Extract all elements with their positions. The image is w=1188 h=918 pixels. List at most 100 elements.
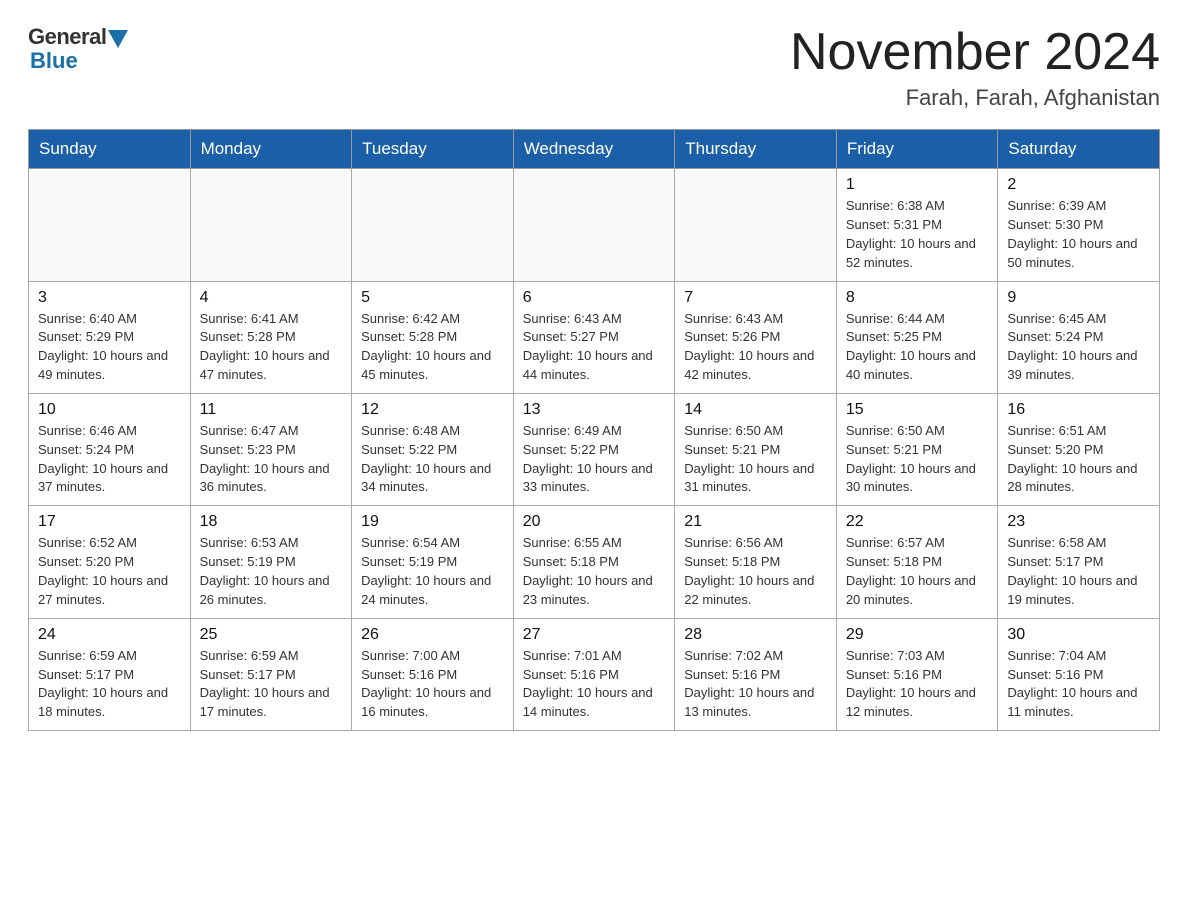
calendar-cell: 12 Sunrise: 6:48 AMSunset: 5:22 PMDayligh…	[352, 393, 514, 505]
day-number: 17	[38, 513, 181, 531]
calendar-cell: 21 Sunrise: 6:56 AMSunset: 5:18 PMDayligh…	[675, 506, 837, 618]
day-info: Sunrise: 6:41 AMSunset: 5:28 PMDaylight:…	[200, 310, 343, 385]
calendar-cell: 3 Sunrise: 6:40 AMSunset: 5:29 PMDaylight…	[29, 281, 191, 393]
day-number: 27	[523, 626, 666, 644]
calendar-cell: 11Sunrise: 6:47 AMSunset: 5:23 PMDayligh…	[190, 393, 352, 505]
calendar-cell	[513, 169, 675, 281]
calendar-week-row: 1Sunrise: 6:38 AMSunset: 5:31 PMDaylight…	[29, 169, 1160, 281]
calendar-header-friday: Friday	[836, 130, 998, 169]
day-number: 18	[200, 513, 343, 531]
calendar-cell: 1Sunrise: 6:38 AMSunset: 5:31 PMDaylight…	[836, 169, 998, 281]
day-number: 5	[361, 289, 504, 307]
calendar-cell: 14 Sunrise: 6:50 AMSunset: 5:21 PMDayligh…	[675, 393, 837, 505]
day-number: 26	[361, 626, 504, 644]
day-number: 7	[684, 289, 827, 307]
calendar-cell: 27 Sunrise: 7:01 AMSunset: 5:16 PMDayligh…	[513, 618, 675, 730]
day-number: 21	[684, 513, 827, 531]
day-number: 6	[523, 289, 666, 307]
day-info: Sunrise: 6:40 AMSunset: 5:29 PMDaylight:…	[38, 310, 181, 385]
calendar-cell: 23Sunrise: 6:58 AMSunset: 5:17 PMDayligh…	[998, 506, 1160, 618]
day-info: Sunrise: 6:50 AMSunset: 5:21 PMDaylight:…	[684, 422, 827, 497]
logo: General Blue	[28, 24, 128, 74]
title-block: November 2024 Farah, Farah, Afghanistan	[790, 24, 1160, 111]
calendar-cell	[29, 169, 191, 281]
day-number: 8	[846, 289, 989, 307]
day-number: 15	[846, 401, 989, 419]
day-info: Sunrise: 6:59 AMSunset: 5:17 PMDaylight:…	[38, 647, 181, 722]
day-number: 1	[846, 176, 989, 194]
day-number: 10	[38, 401, 181, 419]
day-info: Sunrise: 6:53 AMSunset: 5:19 PMDaylight:…	[200, 534, 343, 609]
day-info: Sunrise: 6:49 AMSunset: 5:22 PMDaylight:…	[523, 422, 666, 497]
calendar-cell	[675, 169, 837, 281]
calendar-header-sunday: Sunday	[29, 130, 191, 169]
day-number: 28	[684, 626, 827, 644]
calendar-cell: 9 Sunrise: 6:45 AMSunset: 5:24 PMDaylight…	[998, 281, 1160, 393]
calendar-header-row: SundayMondayTuesdayWednesdayThursdayFrid…	[29, 130, 1160, 169]
calendar-header-thursday: Thursday	[675, 130, 837, 169]
day-number: 29	[846, 626, 989, 644]
day-info: Sunrise: 6:55 AMSunset: 5:18 PMDaylight:…	[523, 534, 666, 609]
day-info: Sunrise: 6:44 AMSunset: 5:25 PMDaylight:…	[846, 310, 989, 385]
calendar-cell: 16Sunrise: 6:51 AMSunset: 5:20 PMDayligh…	[998, 393, 1160, 505]
calendar-cell: 22 Sunrise: 6:57 AMSunset: 5:18 PMDayligh…	[836, 506, 998, 618]
day-info: Sunrise: 6:46 AMSunset: 5:24 PMDaylight:…	[38, 422, 181, 497]
day-number: 30	[1007, 626, 1150, 644]
calendar-header-wednesday: Wednesday	[513, 130, 675, 169]
calendar-header-tuesday: Tuesday	[352, 130, 514, 169]
calendar-cell: 15Sunrise: 6:50 AMSunset: 5:21 PMDayligh…	[836, 393, 998, 505]
day-number: 3	[38, 289, 181, 307]
calendar-cell: 6 Sunrise: 6:43 AMSunset: 5:27 PMDaylight…	[513, 281, 675, 393]
location-title: Farah, Farah, Afghanistan	[790, 85, 1160, 111]
calendar-cell	[352, 169, 514, 281]
day-number: 11	[200, 401, 343, 419]
day-info: Sunrise: 7:00 AMSunset: 5:16 PMDaylight:…	[361, 647, 504, 722]
day-info: Sunrise: 7:04 AMSunset: 5:16 PMDaylight:…	[1007, 647, 1150, 722]
calendar-cell: 8 Sunrise: 6:44 AMSunset: 5:25 PMDaylight…	[836, 281, 998, 393]
day-info: Sunrise: 7:02 AMSunset: 5:16 PMDaylight:…	[684, 647, 827, 722]
calendar-cell: 28 Sunrise: 7:02 AMSunset: 5:16 PMDayligh…	[675, 618, 837, 730]
day-info: Sunrise: 6:43 AMSunset: 5:27 PMDaylight:…	[523, 310, 666, 385]
calendar-cell: 2 Sunrise: 6:39 AMSunset: 5:30 PMDaylight…	[998, 169, 1160, 281]
calendar-cell: 5Sunrise: 6:42 AMSunset: 5:28 PMDaylight…	[352, 281, 514, 393]
day-info: Sunrise: 6:56 AMSunset: 5:18 PMDaylight:…	[684, 534, 827, 609]
day-info: Sunrise: 6:57 AMSunset: 5:18 PMDaylight:…	[846, 534, 989, 609]
day-info: Sunrise: 6:54 AMSunset: 5:19 PMDaylight:…	[361, 534, 504, 609]
day-number: 16	[1007, 401, 1150, 419]
day-info: Sunrise: 7:01 AMSunset: 5:16 PMDaylight:…	[523, 647, 666, 722]
calendar-cell: 13 Sunrise: 6:49 AMSunset: 5:22 PMDayligh…	[513, 393, 675, 505]
calendar-week-row: 10 Sunrise: 6:46 AMSunset: 5:24 PMDayligh…	[29, 393, 1160, 505]
day-info: Sunrise: 6:48 AMSunset: 5:22 PMDaylight:…	[361, 422, 504, 497]
day-number: 14	[684, 401, 827, 419]
calendar-week-row: 24 Sunrise: 6:59 AMSunset: 5:17 PMDayligh…	[29, 618, 1160, 730]
calendar-cell: 19 Sunrise: 6:54 AMSunset: 5:19 PMDayligh…	[352, 506, 514, 618]
calendar-cell: 20 Sunrise: 6:55 AMSunset: 5:18 PMDayligh…	[513, 506, 675, 618]
calendar-cell: 29 Sunrise: 7:03 AMSunset: 5:16 PMDayligh…	[836, 618, 998, 730]
month-title: November 2024	[790, 24, 1160, 81]
logo-general-text: General	[28, 24, 106, 50]
day-number: 20	[523, 513, 666, 531]
calendar-cell: 30 Sunrise: 7:04 AMSunset: 5:16 PMDayligh…	[998, 618, 1160, 730]
logo-arrow-icon	[108, 30, 128, 48]
calendar-cell: 25Sunrise: 6:59 AMSunset: 5:17 PMDayligh…	[190, 618, 352, 730]
day-number: 2	[1007, 176, 1150, 194]
calendar-cell: 10 Sunrise: 6:46 AMSunset: 5:24 PMDayligh…	[29, 393, 191, 505]
day-info: Sunrise: 6:39 AMSunset: 5:30 PMDaylight:…	[1007, 197, 1150, 272]
day-number: 22	[846, 513, 989, 531]
calendar-cell: 24 Sunrise: 6:59 AMSunset: 5:17 PMDayligh…	[29, 618, 191, 730]
day-info: Sunrise: 7:03 AMSunset: 5:16 PMDaylight:…	[846, 647, 989, 722]
calendar-week-row: 3 Sunrise: 6:40 AMSunset: 5:29 PMDaylight…	[29, 281, 1160, 393]
day-number: 25	[200, 626, 343, 644]
day-number: 9	[1007, 289, 1150, 307]
calendar-cell: 17 Sunrise: 6:52 AMSunset: 5:20 PMDayligh…	[29, 506, 191, 618]
logo-blue-text: Blue	[30, 48, 78, 74]
day-info: Sunrise: 6:45 AMSunset: 5:24 PMDaylight:…	[1007, 310, 1150, 385]
calendar-cell: 7Sunrise: 6:43 AMSunset: 5:26 PMDaylight…	[675, 281, 837, 393]
day-info: Sunrise: 6:52 AMSunset: 5:20 PMDaylight:…	[38, 534, 181, 609]
calendar-header-saturday: Saturday	[998, 130, 1160, 169]
calendar-header-monday: Monday	[190, 130, 352, 169]
day-number: 13	[523, 401, 666, 419]
day-number: 24	[38, 626, 181, 644]
day-number: 19	[361, 513, 504, 531]
day-number: 12	[361, 401, 504, 419]
